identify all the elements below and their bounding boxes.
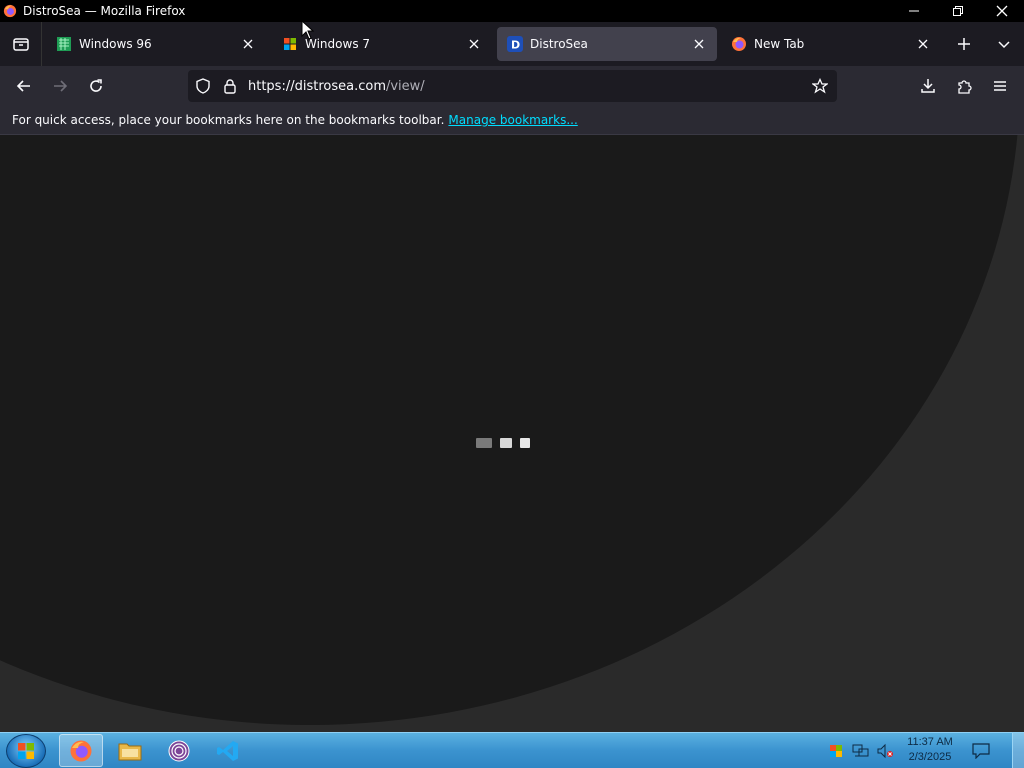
manage-bookmarks-link[interactable]: Manage bookmarks... — [448, 113, 577, 127]
back-button[interactable] — [10, 72, 38, 100]
shield-icon[interactable] — [195, 78, 211, 94]
firefox-icon — [3, 4, 17, 18]
notification-icon[interactable] — [972, 743, 990, 759]
app-menu-button[interactable] — [986, 72, 1014, 100]
downloads-button[interactable] — [914, 72, 942, 100]
url-text[interactable]: https://distrosea.com/view/ — [248, 79, 425, 94]
close-icon — [243, 39, 253, 49]
loader-dot — [476, 438, 492, 448]
navigation-toolbar: https://distrosea.com/view/ — [0, 66, 1024, 106]
windows-flag-icon — [284, 38, 296, 50]
vscode-icon — [217, 740, 238, 761]
restore-button[interactable] — [936, 0, 980, 22]
url-bar[interactable]: https://distrosea.com/view/ — [188, 70, 837, 102]
firefox-icon — [732, 37, 746, 51]
distrosea-d-icon: D — [507, 36, 523, 52]
start-button[interactable] — [6, 734, 46, 768]
plus-icon — [958, 38, 970, 50]
puzzle-piece-icon — [958, 80, 972, 94]
loader-dot — [520, 438, 530, 448]
file-explorer-icon — [118, 743, 142, 760]
restore-icon — [953, 6, 963, 16]
close-window-button[interactable] — [980, 0, 1024, 22]
firefox-icon — [70, 740, 92, 761]
lock-icon[interactable] — [222, 78, 238, 94]
taskbar-clock[interactable]: 11:37 AM 2/3/2025 — [900, 735, 960, 765]
clock-time: 11:37 AM — [907, 736, 953, 748]
tab-new-tab[interactable]: New Tab — [721, 27, 941, 61]
volume-muted-icon[interactable] — [876, 743, 894, 759]
tab-label: Windows 96 — [79, 37, 152, 51]
page-content — [0, 135, 1024, 732]
show-desktop-button[interactable] — [1012, 733, 1024, 768]
tab-distrosea[interactable]: D DistroSea — [497, 27, 717, 61]
windows96-icon — [57, 37, 71, 51]
close-tab-button[interactable] — [466, 36, 482, 52]
windows-logo-icon — [18, 743, 34, 759]
url-path: /view/ — [385, 78, 425, 94]
tor-browser-icon — [168, 740, 190, 761]
url-host: https://distrosea.com — [248, 78, 386, 94]
window-title-bar: DistroSea — Mozilla Firefox — [0, 0, 1024, 22]
tab-label: Windows 7 — [305, 37, 371, 51]
firefox-view-button[interactable] — [0, 22, 42, 66]
taskbar-firefox[interactable] — [59, 734, 103, 767]
background-curve — [0, 135, 1020, 725]
action-center-flag-icon[interactable] — [828, 743, 844, 759]
mouse-cursor-icon — [301, 20, 315, 40]
taskbar: 11:37 AM 2/3/2025 — [0, 732, 1024, 768]
close-tab-button[interactable] — [240, 36, 256, 52]
close-icon — [469, 39, 479, 49]
close-tab-button[interactable] — [691, 36, 707, 52]
close-icon — [996, 5, 1008, 17]
hamburger-menu-icon — [994, 81, 1006, 91]
arrow-left-icon — [16, 80, 30, 92]
chevron-down-icon — [998, 41, 1010, 49]
forward-button[interactable] — [46, 72, 74, 100]
close-tab-button[interactable] — [915, 36, 931, 52]
notification-area — [972, 733, 990, 768]
tab-windows-96[interactable]: Windows 96 — [46, 27, 266, 61]
star-icon[interactable] — [812, 78, 828, 94]
minimize-button[interactable] — [892, 0, 936, 22]
firefox-view-icon — [12, 38, 29, 51]
tab-label: New Tab — [754, 37, 805, 51]
minimize-icon — [909, 10, 919, 12]
arrow-right-icon — [54, 80, 68, 92]
svg-text:D: D — [511, 39, 520, 52]
tab-label: DistroSea — [530, 37, 588, 51]
taskbar-tor-browser[interactable] — [157, 734, 201, 767]
new-tab-button[interactable] — [952, 32, 976, 56]
close-icon — [918, 39, 928, 49]
loader-dot — [500, 438, 512, 448]
close-icon — [694, 39, 704, 49]
download-icon — [921, 79, 935, 93]
network-icon[interactable] — [852, 743, 870, 759]
reload-icon — [90, 79, 102, 92]
clock-date: 2/3/2025 — [908, 751, 952, 763]
window-title: DistroSea — Mozilla Firefox — [23, 4, 186, 18]
taskbar-vscode[interactable] — [206, 734, 250, 767]
reload-button[interactable] — [82, 72, 110, 100]
extensions-button[interactable] — [950, 72, 978, 100]
bookmarks-toolbar: For quick access, place your bookmarks h… — [0, 106, 1024, 135]
system-tray — [828, 733, 894, 768]
bookmarks-message: For quick access, place your bookmarks h… — [12, 113, 445, 127]
loading-indicator — [476, 438, 530, 448]
tab-strip: Windows 96 Windows 7 D DistroSea New Tab — [0, 22, 1024, 66]
list-all-tabs-button[interactable] — [992, 32, 1016, 56]
taskbar-file-explorer[interactable] — [108, 734, 152, 767]
